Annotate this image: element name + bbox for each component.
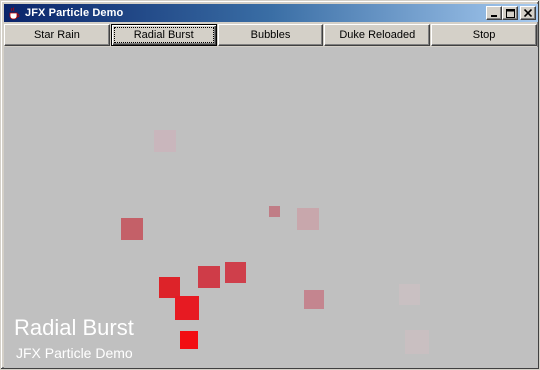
particle-canvas[interactable]: Radial Burst JFX Particle Demo (4, 47, 538, 368)
close-button[interactable] (520, 6, 536, 20)
close-icon (524, 9, 532, 17)
star-rain-button[interactable]: Star Rain (4, 24, 110, 46)
particle (121, 218, 143, 240)
bubbles-label: Bubbles (250, 29, 291, 41)
effect-title: Radial Burst (14, 315, 134, 340)
particle (225, 262, 246, 283)
star-rain-label: Star Rain (33, 29, 80, 41)
radial-burst-button[interactable]: Radial Burst (110, 24, 217, 46)
particle (175, 296, 199, 320)
window-title: JFX Particle Demo (25, 7, 124, 19)
particle (198, 266, 220, 288)
duke-reloaded-button[interactable]: Duke Reloaded (324, 24, 431, 46)
particle (159, 277, 180, 298)
java-cup-icon (7, 6, 21, 20)
effects-toolbar: Star Rain Radial Burst Bubbles Duke Relo… (4, 24, 538, 47)
maximize-icon (505, 8, 515, 18)
title-bar[interactable]: JFX Particle Demo (4, 4, 538, 22)
minimize-icon (491, 15, 497, 17)
stop-button[interactable]: Stop (431, 24, 537, 46)
stop-label: Stop (472, 29, 496, 41)
particle (269, 206, 280, 217)
bubbles-button[interactable]: Bubbles (217, 24, 324, 46)
particle (297, 208, 319, 230)
particle (180, 331, 198, 349)
maximize-button[interactable] (502, 6, 518, 20)
demo-subtitle: JFX Particle Demo (16, 345, 133, 361)
radial-burst-label: Radial Burst (113, 27, 214, 43)
particle (399, 284, 420, 305)
particle (304, 290, 324, 309)
window-controls (486, 6, 536, 20)
particle (154, 130, 176, 152)
duke-reloaded-label: Duke Reloaded (339, 29, 416, 41)
minimize-button[interactable] (486, 6, 502, 20)
app-window: JFX Particle Demo Star Rain Radial Burst… (0, 0, 540, 370)
particle (405, 330, 429, 354)
